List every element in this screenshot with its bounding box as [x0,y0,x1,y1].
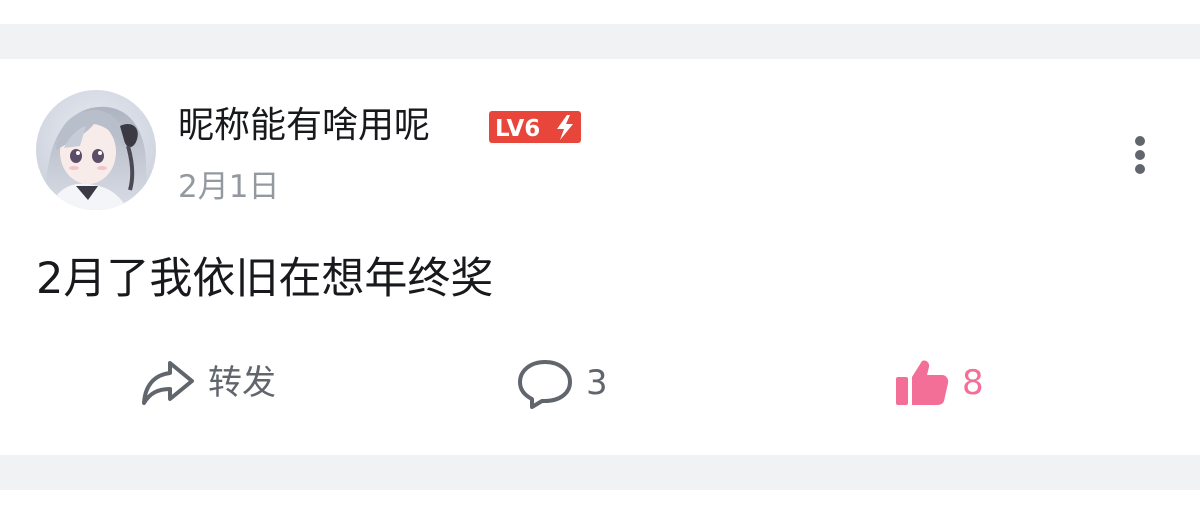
share-arrow-icon [142,361,194,405]
comment-button[interactable]: 3 [516,353,608,413]
avatar-image [36,90,156,210]
like-button[interactable]: 8 [892,353,984,413]
bottom-background [0,490,1200,512]
level-badge: LV6 [489,111,581,143]
like-count: 8 [962,363,984,403]
speech-bubble-icon [518,360,572,409]
post-card: 昵称能有啥用呢 LV6 2月1日 2月了我依旧在想年终奖 转发 3 8 [0,59,1200,455]
post-content[interactable]: 2月了我依旧在想年终奖 [36,249,493,309]
forward-button[interactable]: 转发 [140,353,276,413]
top-background [0,0,1200,24]
thumbs-up-icon [896,360,949,405]
more-options-icon[interactable] [1126,133,1154,177]
user-avatar[interactable] [36,90,156,210]
comment-count: 3 [586,363,608,403]
level-badge-text: LV6 [495,116,540,142]
forward-label: 转发 [208,363,276,403]
username[interactable]: 昵称能有啥用呢 [178,101,430,151]
post-date: 2月1日 [178,169,280,205]
